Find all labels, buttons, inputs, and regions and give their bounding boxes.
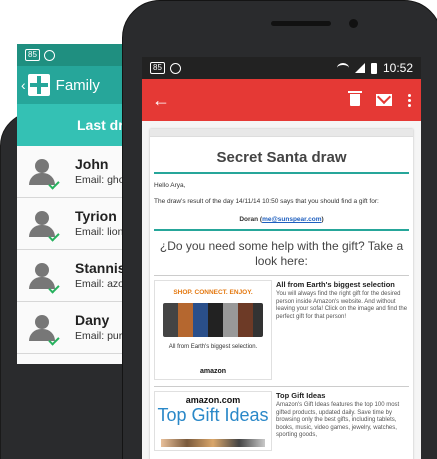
promo-title: Top Gift Ideas [276, 391, 326, 400]
app-bar: ← [142, 79, 421, 121]
clock: 10:52 [382, 61, 413, 75]
more-vert-icon[interactable] [408, 93, 411, 107]
promo-description: Amazon's Gift Ideas features the top 100… [276, 402, 400, 438]
whatsapp-icon [169, 62, 181, 74]
person-check-icon [29, 262, 60, 294]
products-image [163, 303, 263, 337]
front-phone-screen: 85 10:52 ← Secret Santa draw Hello Arya, [142, 57, 421, 459]
promo-caption: All from Earth's biggest selection. [168, 344, 258, 350]
email-message: The draw's result of the day 14/11/14 10… [154, 198, 379, 205]
back-arrow-icon[interactable]: ← [152, 90, 170, 111]
email-card: Secret Santa draw Hello Arya, The draw's… [150, 129, 413, 459]
promo-text: All from Earth's biggest selection You w… [276, 280, 409, 380]
email-greeting: Hello Arya, [154, 182, 186, 189]
notification-badge: 85 [25, 49, 40, 61]
group-title: Family [55, 76, 100, 94]
status-bar: 85 10:52 [142, 57, 421, 79]
battery-icon [370, 62, 377, 74]
promo-image[interactable]: amazon.com Top Gift Ideas [154, 391, 272, 451]
promo-title: All from Earth's biggest selection [276, 280, 395, 289]
person-check-icon [29, 210, 60, 242]
person-check-icon [29, 158, 60, 190]
email-body: Secret Santa draw Hello Arya, The draw's… [150, 149, 413, 451]
products-image [161, 439, 265, 447]
promo-block[interactable]: SHOP. CONNECT. ENJOY. All from Earth's b… [154, 275, 409, 380]
recipient-name: Doran ( [239, 216, 263, 223]
gift-icon [27, 74, 50, 96]
email-recipient: Doran (me@sunspear.com) [154, 216, 409, 231]
email-top-border [150, 129, 413, 137]
promo-image[interactable]: SHOP. CONNECT. ENJOY. All from Earth's b… [154, 280, 272, 380]
promo-description: You will always find the right gift for … [276, 291, 408, 320]
mail-icon[interactable] [376, 94, 392, 106]
promo-block[interactable]: amazon.com Top Gift Ideas Top Gift Ideas… [154, 386, 409, 451]
phone-speaker [271, 21, 331, 26]
device-showcase: 85 ‹ Family Last draw John Email: gho...… [0, 0, 437, 459]
signal-icon [354, 63, 365, 73]
amazon-logo: amazon.com [185, 395, 241, 405]
notification-badge: 85 [150, 62, 165, 74]
trash-icon[interactable] [348, 91, 362, 106]
caret-left-icon[interactable]: ‹ [21, 77, 26, 93]
person-check-icon [29, 314, 60, 346]
whatsapp-icon [43, 49, 55, 61]
gift-help-question: ¿Do you need some help with the gift? Ta… [159, 239, 404, 268]
promo-heading: Top Gift Ideas [157, 405, 269, 425]
promo-text: Top Gift Ideas Amazon's Gift Ideas featu… [276, 391, 409, 451]
wifi-icon [336, 63, 349, 73]
amazon-logo: amazon [199, 368, 227, 375]
email-title: Secret Santa draw [154, 149, 409, 174]
recipient-email-link[interactable]: me@sunspear.com [262, 216, 321, 223]
recipient-close: ) [321, 216, 324, 223]
promo-slogan: SHOP. CONNECT. ENJOY. [173, 289, 253, 296]
phone-camera [349, 19, 358, 28]
